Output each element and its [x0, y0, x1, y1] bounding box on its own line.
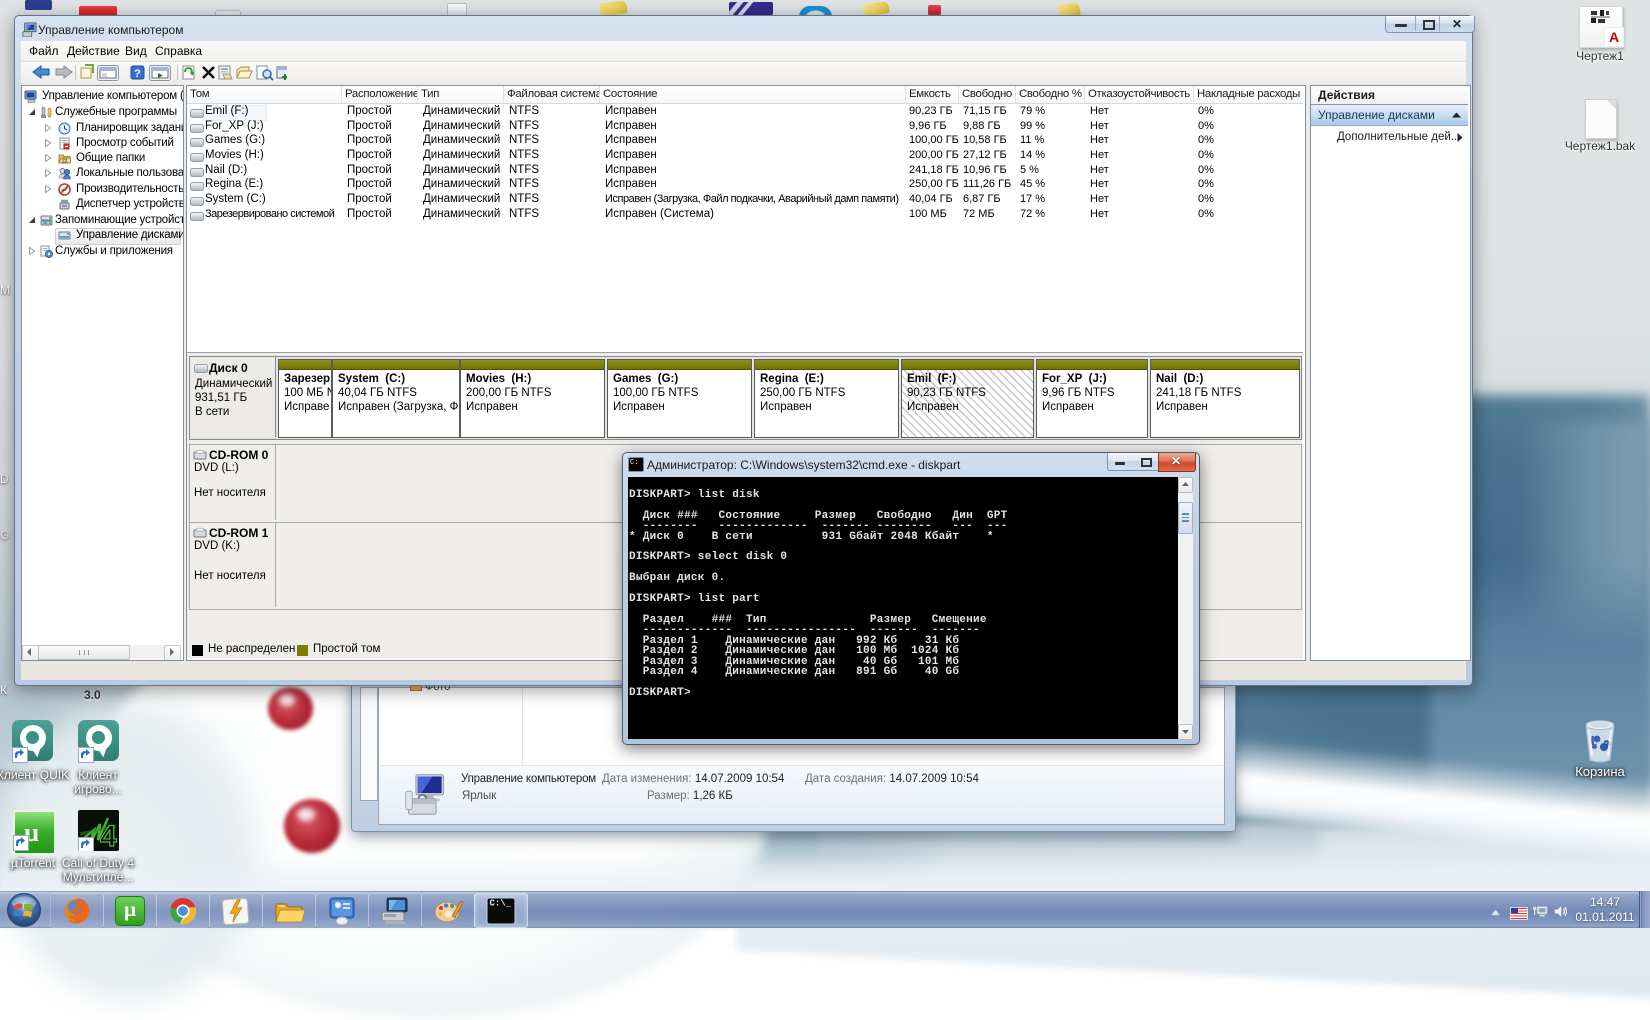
svg-text:?: ?: [134, 68, 141, 80]
svg-text:22: 22: [62, 159, 68, 165]
svg-text:4: 4: [100, 820, 117, 851]
